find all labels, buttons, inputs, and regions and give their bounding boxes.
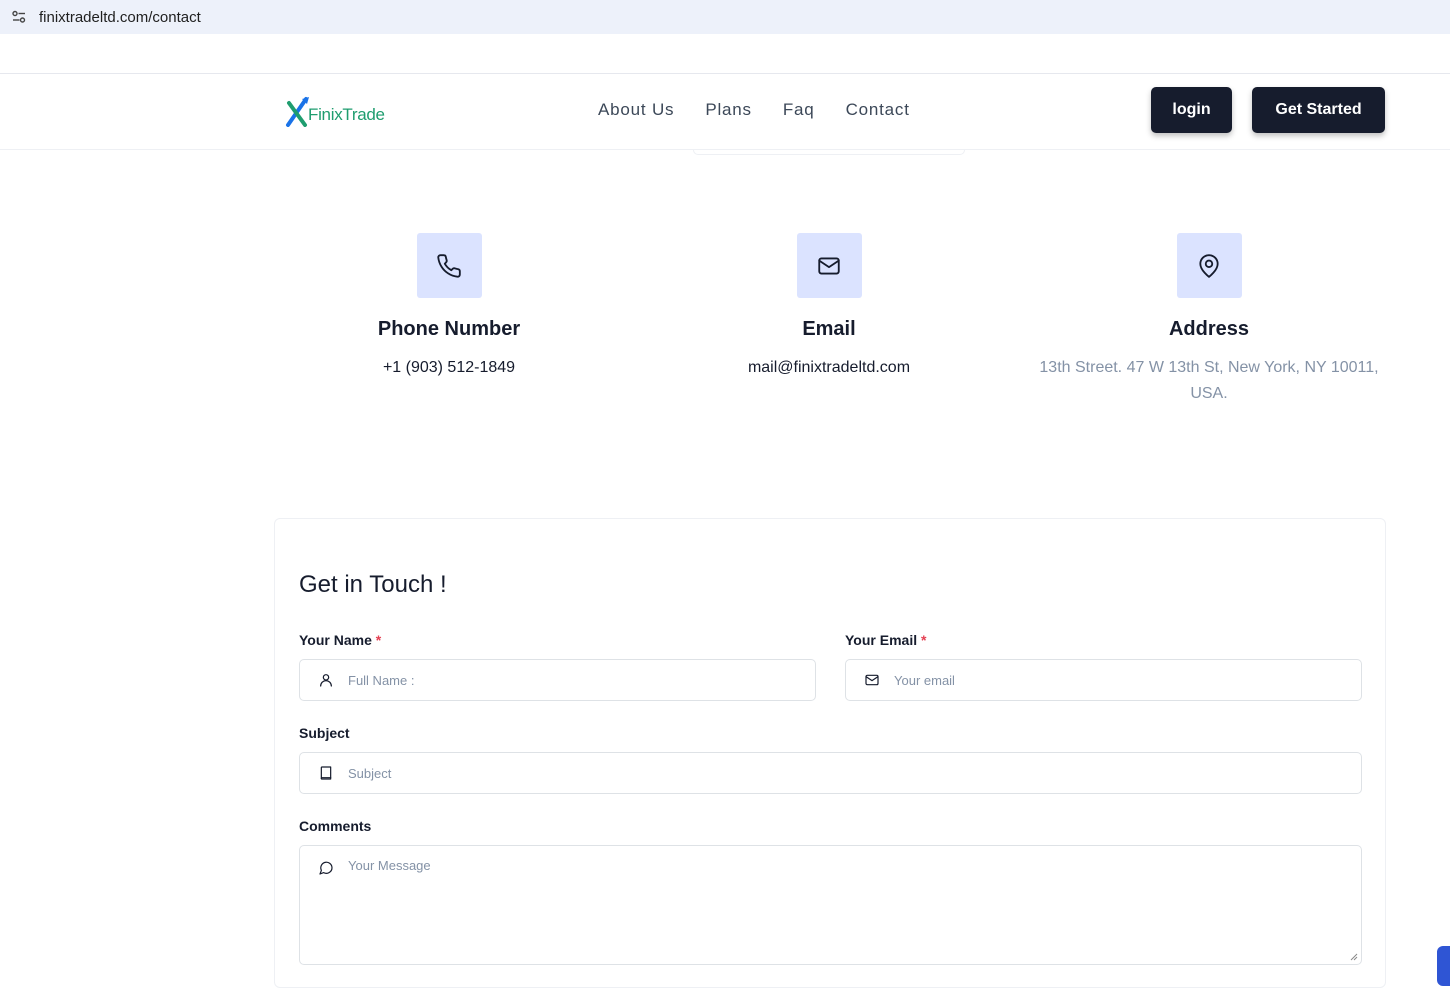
nav-contact[interactable]: Contact xyxy=(846,100,910,120)
contact-address-title: Address xyxy=(1168,318,1250,340)
form-title: Get in Touch ! xyxy=(299,571,447,598)
nav-plans[interactable]: Plans xyxy=(705,100,752,120)
subject-label: Subject xyxy=(299,725,350,741)
comments-textarea[interactable] xyxy=(348,858,1361,958)
brand-logo[interactable]: FinixTrade xyxy=(285,95,385,127)
contact-email-value[interactable]: mail@finixtradeltd.com xyxy=(639,355,1019,381)
top-spacer xyxy=(0,34,1450,74)
contact-card-email: Email mail@finixtradeltd.com xyxy=(639,233,1019,381)
message-circle-icon xyxy=(318,860,334,876)
required-mark: * xyxy=(375,632,382,648)
required-mark: * xyxy=(920,632,927,648)
comments-field[interactable] xyxy=(299,845,1362,965)
name-field[interactable] xyxy=(299,659,816,701)
comments-label: Comments xyxy=(299,818,372,834)
map-pin-icon xyxy=(1199,253,1219,278)
site-header: FinixTrade About Us Plans Faq Contact lo… xyxy=(0,75,1450,150)
login-button[interactable]: login xyxy=(1151,87,1232,133)
book-icon xyxy=(318,765,334,781)
floating-scroll-button[interactable] xyxy=(1437,946,1450,986)
contact-card-address: Address 13th Street. 47 W 13th St, New Y… xyxy=(1019,233,1399,407)
get-started-button[interactable]: Get Started xyxy=(1252,87,1385,133)
name-input[interactable] xyxy=(348,672,815,688)
mail-icon-box xyxy=(796,233,862,298)
nav-faq[interactable]: Faq xyxy=(783,100,815,120)
url-text[interactable]: finixtradeltd.com/contact xyxy=(39,9,201,26)
nav-about-us[interactable]: About Us xyxy=(598,100,674,120)
mail-icon xyxy=(818,256,840,275)
contact-card-phone: Phone Number +1 (903) 512-1849 xyxy=(259,233,639,381)
subject-input[interactable] xyxy=(348,765,1361,781)
header-dropdown-edge xyxy=(693,150,965,155)
name-label: Your Name * xyxy=(299,632,382,648)
email-field[interactable] xyxy=(845,659,1362,701)
phone-icon xyxy=(437,253,461,278)
contact-address-value: 13th Street. 47 W 13th St, New York, NY … xyxy=(1039,359,1379,402)
main-nav: About Us Plans Faq Contact xyxy=(598,100,910,120)
contact-phone-value[interactable]: +1 (903) 512-1849 xyxy=(259,355,639,381)
browser-address-bar[interactable]: finixtradeltd.com/contact xyxy=(0,0,1450,34)
map-pin-icon-box xyxy=(1176,233,1242,298)
mail-icon xyxy=(864,672,880,688)
brand-name: FinixTrade xyxy=(308,105,385,124)
user-icon xyxy=(318,672,334,688)
contact-email-title: Email xyxy=(802,318,856,340)
contact-phone-title: Phone Number xyxy=(377,318,521,340)
contact-form-card: Get in Touch ! Your Name * Your Email * … xyxy=(274,518,1386,988)
resize-handle-icon[interactable] xyxy=(1350,953,1358,961)
site-settings-icon[interactable] xyxy=(10,8,28,26)
phone-icon-box xyxy=(416,233,482,298)
email-label: Your Email * xyxy=(845,632,927,648)
subject-field[interactable] xyxy=(299,752,1362,794)
email-input[interactable] xyxy=(894,672,1361,688)
